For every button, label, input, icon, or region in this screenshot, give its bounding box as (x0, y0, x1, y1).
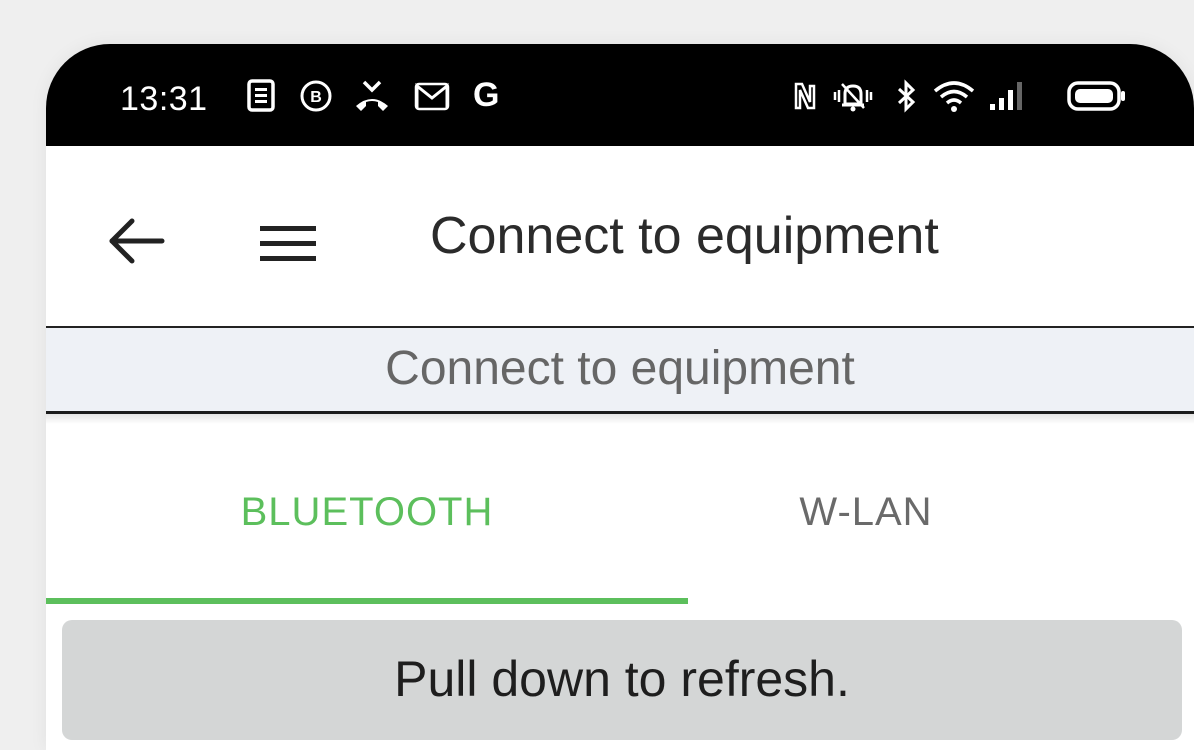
vibrate-icon (833, 83, 873, 112)
tab-selected-indicator (46, 598, 688, 604)
app-bar: Connect to equipment (46, 146, 1194, 326)
tab-bluetooth[interactable]: BLUETOOTH (46, 424, 688, 606)
signal-icon (990, 82, 1022, 110)
section-header: Connect to equipment (46, 326, 1194, 414)
menu-button[interactable] (256, 222, 320, 266)
page: 13:31 B G Connect to equipment Connect t… (0, 0, 1194, 750)
status-time: 13:31 (120, 80, 208, 118)
section-header-text: Connect to equipment (385, 342, 855, 395)
pull-to-refresh-banner: Pull down to refresh. (62, 620, 1182, 740)
wifi-icon (933, 81, 975, 112)
section-header-shadow (46, 414, 1194, 424)
status-bar: 13:31 B G (46, 44, 1194, 146)
gmail-icon (414, 82, 450, 111)
bluetooth-icon (897, 79, 916, 113)
tab-wlan-label: W-LAN (799, 490, 933, 534)
phone-screen: 13:31 B G Connect to equipment Connect t… (46, 44, 1194, 750)
svg-text:B: B (310, 89, 322, 106)
tab-bluetooth-label: BLUETOOTH (240, 490, 494, 534)
google-icon: G (473, 76, 500, 114)
nfc-icon (794, 82, 816, 110)
missed-call-icon (356, 80, 388, 111)
battery-icon (1067, 81, 1125, 111)
tab-bar: BLUETOOTH W-LAN (46, 424, 1194, 606)
back-button[interactable] (104, 216, 168, 266)
tab-wlan[interactable]: W-LAN (688, 424, 1194, 606)
page-title: Connect to equipment (430, 207, 939, 265)
pull-to-refresh-text: Pull down to refresh. (394, 651, 850, 707)
news-icon (247, 79, 275, 112)
b-badge-icon: B (300, 80, 332, 112)
